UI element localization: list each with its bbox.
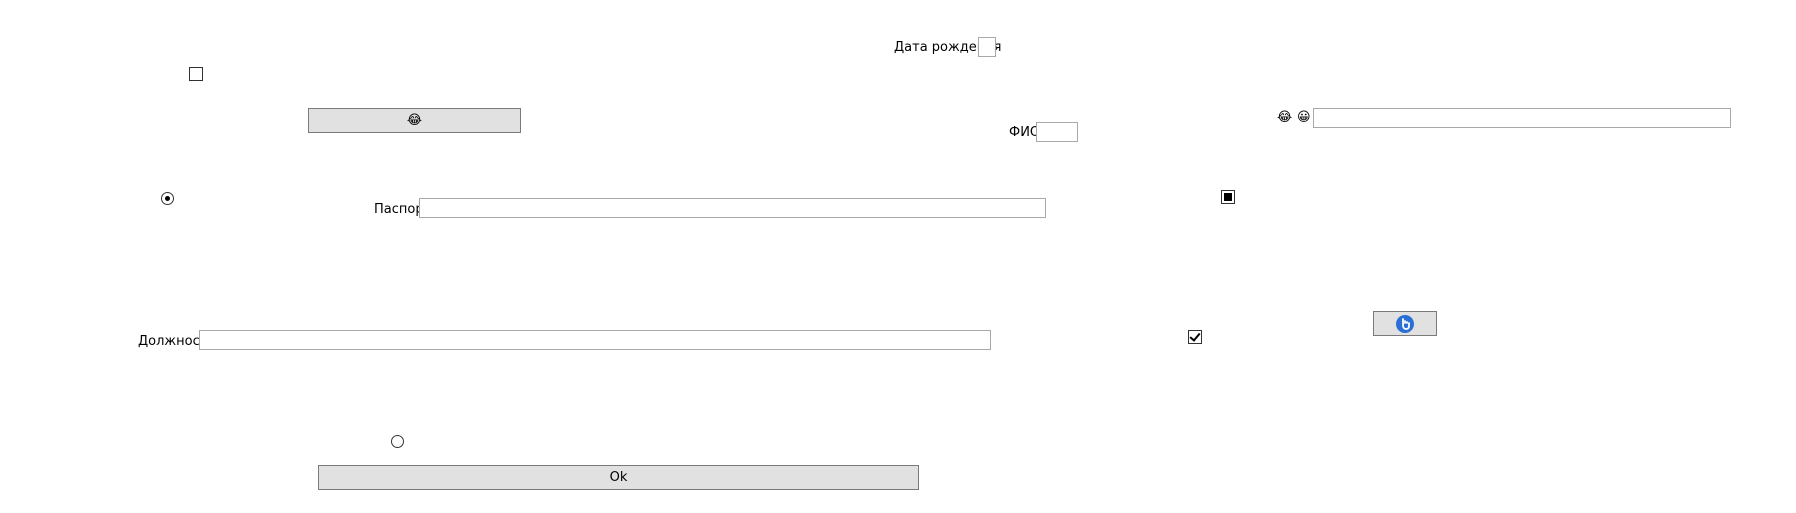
dob-field[interactable] [978, 37, 996, 57]
checkbox-indeterminate[interactable] [1221, 190, 1235, 204]
position-field[interactable] [199, 330, 991, 350]
radio-bottom[interactable] [391, 435, 404, 448]
emoji-label-2: 😀 [1297, 110, 1311, 125]
passport-field[interactable] [419, 198, 1046, 218]
fio-field[interactable] [1036, 122, 1078, 142]
emoji-button[interactable]: 😂 [308, 108, 521, 133]
checkbox-top-left[interactable] [189, 67, 203, 81]
radio-left[interactable] [161, 192, 174, 205]
emoji-text-field[interactable] [1313, 108, 1731, 128]
ok-button[interactable]: Ok [318, 465, 919, 490]
checkbox-checked[interactable] [1188, 330, 1202, 344]
click-hand-icon [1395, 314, 1415, 334]
ok-button-label: Ok [609, 470, 628, 485]
click-image-button[interactable] [1373, 311, 1437, 336]
emoji-label-1: 😂 [1277, 110, 1293, 125]
emoji-button-label: 😂 [406, 112, 423, 128]
